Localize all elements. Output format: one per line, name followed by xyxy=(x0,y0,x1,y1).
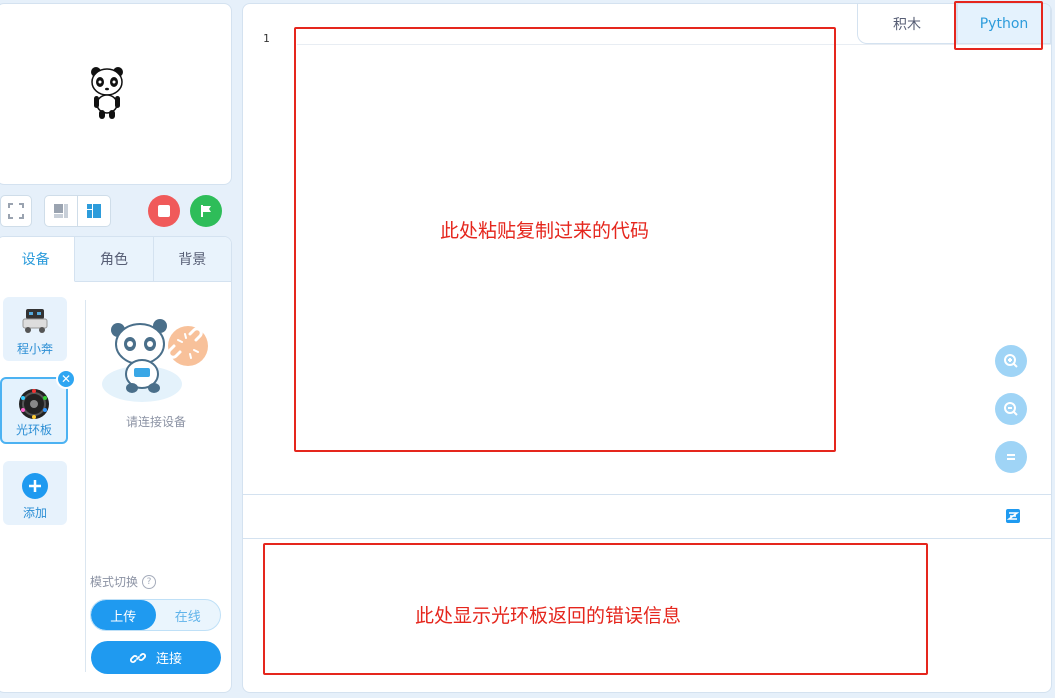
help-icon[interactable]: ? xyxy=(142,574,157,589)
zoom-in-icon xyxy=(1004,354,1018,368)
stop-icon xyxy=(158,205,170,217)
large-stage-button[interactable] xyxy=(77,196,110,226)
connect-label: 连接 xyxy=(155,652,182,667)
zoom-in-button[interactable] xyxy=(995,345,1027,377)
mode-label-text: 模式切换 xyxy=(90,575,139,589)
fullscreen-button[interactable] xyxy=(0,195,32,227)
zoom-out-button[interactable] xyxy=(995,393,1027,425)
zoom-out-icon xyxy=(1004,402,1018,416)
stage-layout-toggle xyxy=(44,195,111,227)
mode-switch: 上传 在线 xyxy=(90,599,221,631)
remove-device-button[interactable]: ✕ xyxy=(56,369,76,389)
clear-console-icon[interactable] xyxy=(1005,508,1021,524)
error-annotation-text: 此处显示光环板返回的错误信息 xyxy=(415,605,682,627)
mode-live-option[interactable]: 在线 xyxy=(156,600,221,630)
stage-preview[interactable] xyxy=(0,3,232,185)
python-tab-annotation-box xyxy=(954,1,1043,50)
close-icon: ✕ xyxy=(60,372,72,386)
tab-backgrounds[interactable]: 背景 xyxy=(154,237,231,281)
link-icon xyxy=(130,652,146,663)
go-button[interactable] xyxy=(190,195,222,227)
panel-divider xyxy=(85,300,86,672)
line-number: 1 xyxy=(263,32,270,45)
tab-devices[interactable]: 设备 xyxy=(0,237,76,282)
tab-blocks[interactable]: 积木 xyxy=(857,4,957,44)
small-stage-layout-icon xyxy=(54,204,68,218)
robot-car-icon xyxy=(22,309,48,333)
code-annotation-text: 此处粘贴复制过来的代码 xyxy=(440,220,650,242)
equals-icon xyxy=(1007,454,1015,460)
device-halocode[interactable]: 光环板 xyxy=(0,377,68,444)
connect-hint: 请连接设备 xyxy=(125,415,186,429)
mode-upload-option[interactable]: 上传 xyxy=(91,600,156,630)
small-stage-button[interactable] xyxy=(45,196,77,226)
panda-disconnected-icon xyxy=(102,319,208,402)
device-label: 光环板 xyxy=(15,423,52,437)
panel-tabs: 设备 角色 背景 xyxy=(0,237,231,282)
green-flag-icon xyxy=(201,205,211,217)
device-label: 程小奔 xyxy=(16,342,53,356)
connect-button[interactable]: 连接 xyxy=(91,641,221,674)
fullscreen-icon xyxy=(8,203,24,219)
halocode-board-icon xyxy=(19,389,49,419)
large-stage-layout-icon xyxy=(87,204,101,218)
device-codey-rocky[interactable]: 程小奔 xyxy=(3,297,67,361)
zoom-reset-button[interactable] xyxy=(995,441,1027,473)
console-top-divider xyxy=(243,494,1051,495)
panda-sprite-icon[interactable] xyxy=(89,66,125,120)
plus-icon xyxy=(22,473,48,499)
stop-button[interactable] xyxy=(148,195,180,227)
tab-sprites[interactable]: 角色 xyxy=(75,237,154,281)
device-label: 添加 xyxy=(22,506,47,520)
add-device-button[interactable]: 添加 xyxy=(3,461,67,525)
mode-switch-label: 模式切换 ? xyxy=(90,573,157,590)
